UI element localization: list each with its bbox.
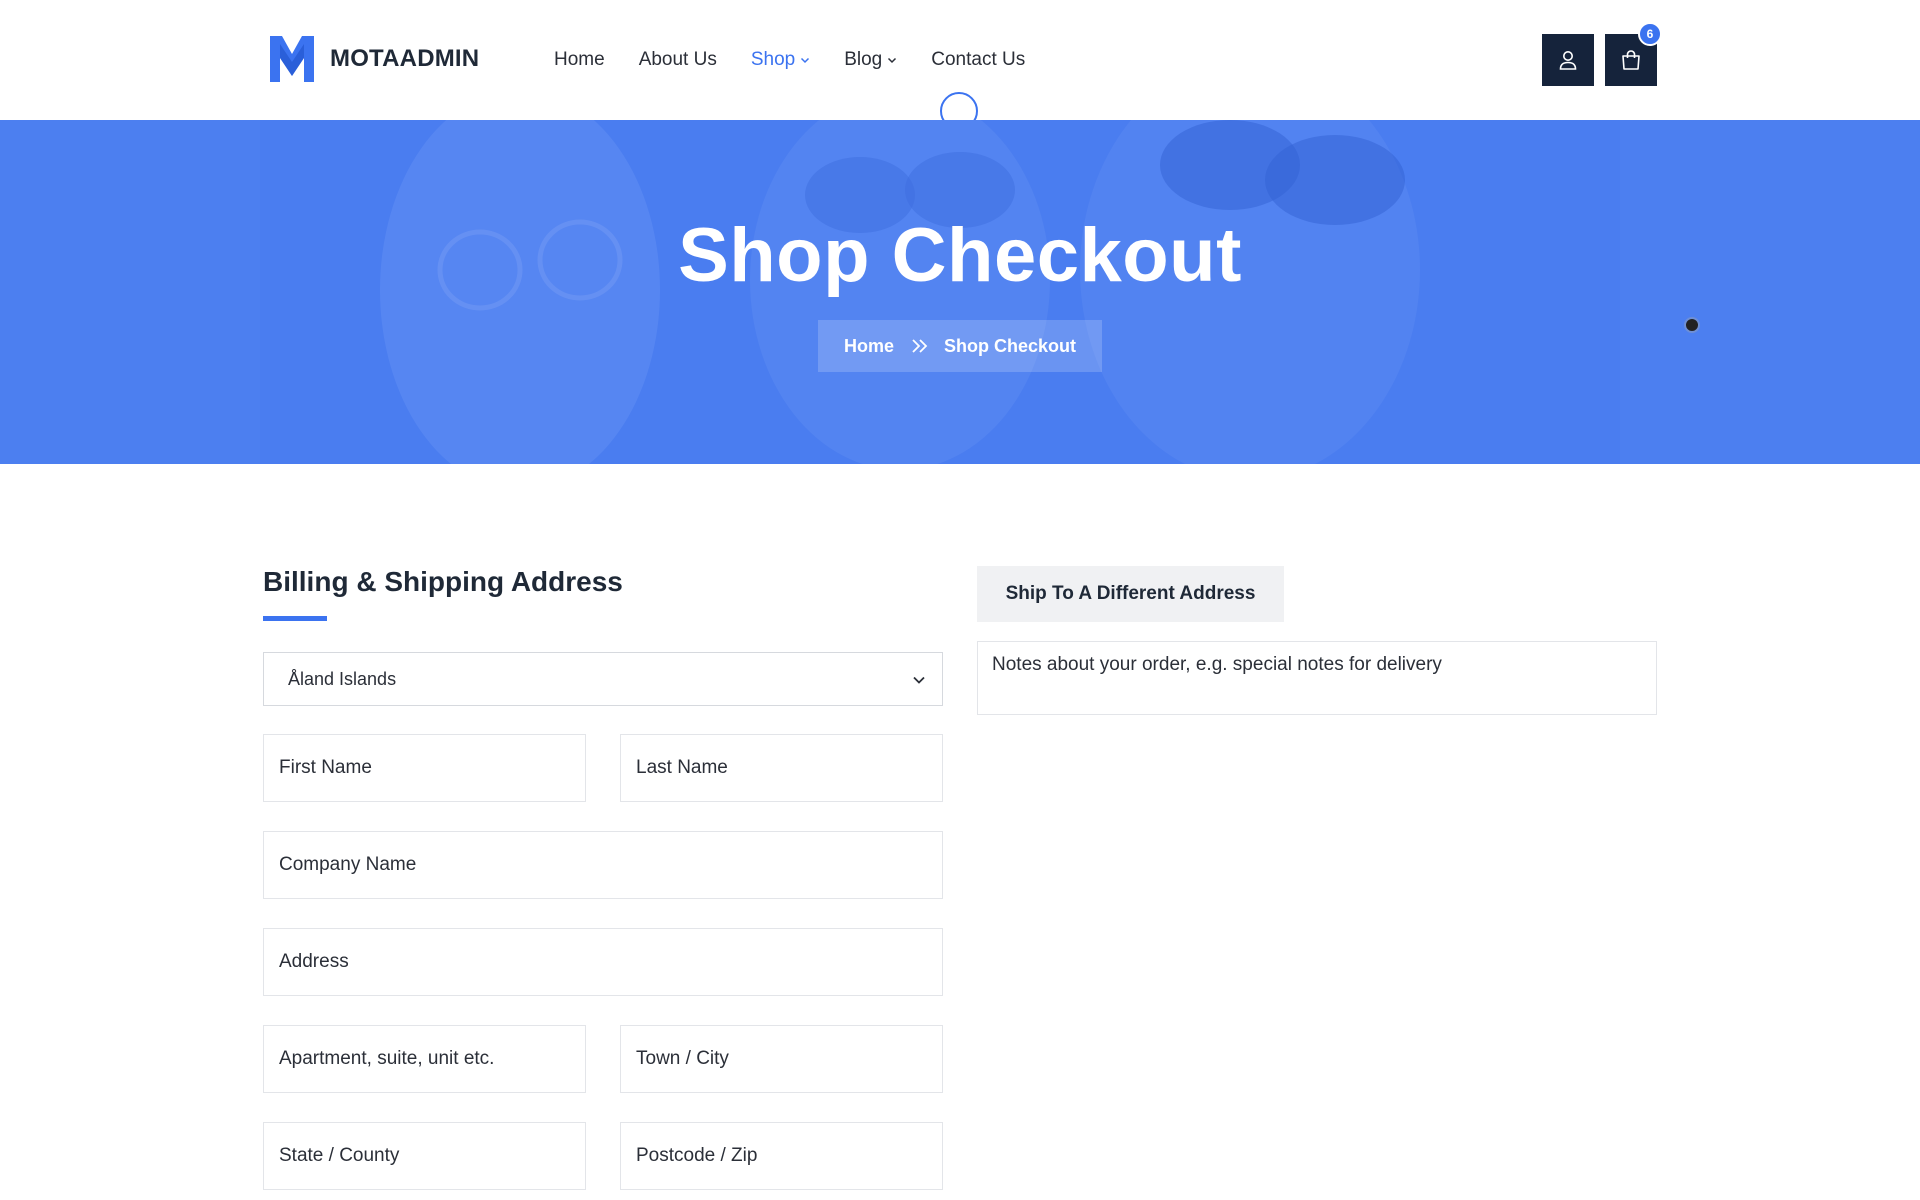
chevron-down-icon [888, 57, 897, 64]
chevron-down-icon [913, 676, 925, 684]
nav-item-label: About Us [638, 49, 717, 70]
order-notes-textarea[interactable] [978, 642, 1656, 714]
shopping-bag-icon [1622, 50, 1640, 70]
company-name-field[interactable] [263, 831, 943, 899]
breadcrumb-home-link[interactable]: Home [844, 336, 894, 357]
user-icon [1559, 51, 1577, 70]
heading-underline [263, 616, 327, 621]
country-select-value: Åland Islands [288, 668, 397, 689]
account-button[interactable] [1542, 34, 1594, 86]
last-name-field[interactable] [620, 734, 943, 802]
apartment-field[interactable] [263, 1025, 586, 1093]
state-county-field[interactable] [263, 1122, 586, 1190]
company-name-input[interactable] [279, 832, 942, 898]
page-title: Shop Checkout [678, 213, 1242, 298]
address-field[interactable] [263, 928, 943, 996]
breadcrumb: Home Shop Checkout [818, 320, 1102, 372]
brand-name: MOTAADMIN [330, 45, 480, 72]
chevron-down-icon [801, 57, 810, 64]
breadcrumb-current: Shop Checkout [944, 335, 1077, 356]
nav-item-about-us[interactable]: About Us [639, 49, 717, 71]
nav-item-label: Blog [844, 49, 883, 70]
nav-item-shop[interactable]: Shop [751, 49, 810, 71]
page-hero: Shop Checkout Home Shop Checkout [0, 120, 1920, 464]
ship-to-different-address-button[interactable]: Ship To A Different Address [977, 566, 1284, 622]
m-logo-icon [270, 36, 314, 82]
postcode-field[interactable] [620, 1122, 943, 1190]
state-county-input[interactable] [279, 1123, 585, 1189]
nav-item-label: Home [554, 49, 605, 70]
last-name-input[interactable] [636, 735, 942, 801]
nav-item-contact-us[interactable]: Contact Us [931, 49, 1025, 71]
brand-logo[interactable]: MOTAADMIN [268, 32, 479, 86]
site-header: MOTAADMIN Home About Us Shop Blog Contac… [0, 0, 1920, 130]
town-city-field[interactable] [620, 1025, 943, 1093]
order-notes-field[interactable] [977, 641, 1657, 715]
cursor-dot [1684, 317, 1700, 333]
nav-item-home[interactable]: Home [554, 49, 605, 71]
nav-item-blog[interactable]: Blog [844, 49, 897, 71]
main-nav: Home About Us Shop Blog Contact Us [554, 44, 1059, 76]
apartment-input[interactable] [279, 1026, 585, 1092]
postcode-input[interactable] [636, 1123, 942, 1189]
first-name-field[interactable] [263, 734, 586, 802]
cart-count-badge: 6 [1638, 22, 1662, 46]
nav-item-label: Shop [750, 49, 796, 70]
nav-item-label: Contact Us [931, 49, 1026, 70]
double-chevron-right-icon [912, 339, 928, 353]
billing-heading: Billing & Shipping Address [263, 566, 623, 597]
address-input[interactable] [279, 929, 942, 995]
town-city-input[interactable] [636, 1026, 942, 1092]
first-name-input[interactable] [279, 735, 585, 801]
country-select[interactable]: Åland Islands [263, 652, 943, 706]
